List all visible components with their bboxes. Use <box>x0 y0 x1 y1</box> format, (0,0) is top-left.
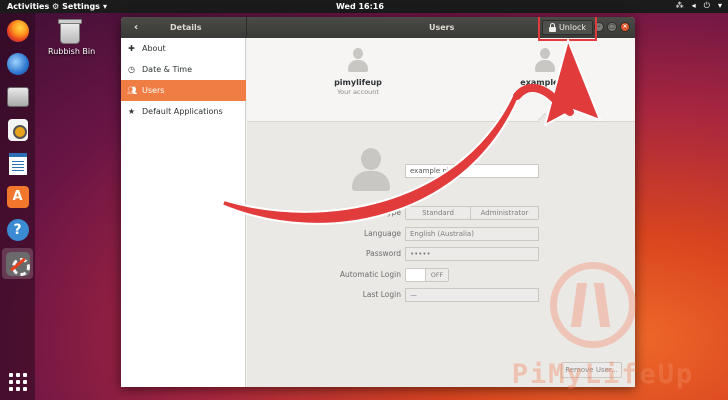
details-title: Details <box>170 23 202 32</box>
trash-icon <box>58 19 82 44</box>
toggle-knob <box>406 269 426 281</box>
dock-writer[interactable] <box>4 150 31 177</box>
account-type-selector[interactable]: Standard Administrator <box>405 206 539 220</box>
system-status-area[interactable]: ⁂ ◂ ⏻ ▾ <box>676 1 722 11</box>
dock-firefox[interactable] <box>4 17 31 44</box>
password-field[interactable]: ••••• <box>405 247 539 261</box>
sidebar-item-users[interactable]: 👥︎ Users <box>121 80 246 101</box>
writer-icon <box>8 152 27 175</box>
sidebar-item-label: About <box>142 44 166 53</box>
sidebar-item-default-applications[interactable]: ★ Default Applications <box>121 101 246 122</box>
account-type-administrator[interactable]: Administrator <box>471 206 539 220</box>
dock-settings[interactable] <box>2 248 33 279</box>
user-name: example pi <box>520 78 570 87</box>
full-name-field[interactable]: example pi user <box>405 164 539 178</box>
clock-icon: ◷ <box>128 65 135 74</box>
avatar <box>347 48 369 74</box>
account-type-label: Account Type <box>351 208 401 217</box>
language-label: Language <box>363 229 401 238</box>
chevron-left-icon: ‹ <box>133 22 139 33</box>
dock-software[interactable]: A <box>4 183 31 210</box>
network-icon: ⁂ <box>675 1 684 10</box>
dock-files[interactable] <box>4 83 31 110</box>
chevron-down-icon: ▾ <box>102 2 107 11</box>
user-name: pimylifeup <box>334 78 382 87</box>
power-icon: ⏻ <box>703 1 710 10</box>
software-store-icon: A <box>6 185 29 208</box>
sidebar-item-label: Users <box>142 86 165 95</box>
users-icon: 👥︎ <box>127 86 138 95</box>
maximize-button[interactable]: □ <box>607 22 617 32</box>
settings-window: ‹ Details Users Unlock – □ × ✚ About ◷ D… <box>121 17 635 387</box>
show-applications-icon[interactable] <box>9 373 27 391</box>
clock[interactable]: Wed 16:16 <box>336 2 384 11</box>
sidebar-item-date-time[interactable]: ◷ Date & Time <box>121 59 246 80</box>
rubbish-bin-label: Rubbish Bin <box>48 47 96 56</box>
thunderbird-icon <box>6 52 29 75</box>
app-menu[interactable]: ⚙ Settings ▾ <box>52 2 107 11</box>
gear-icon: ⚙ <box>52 2 60 11</box>
app-menu-label: Settings <box>62 2 100 11</box>
desktop-rubbish-bin[interactable]: Rubbish Bin <box>48 19 96 56</box>
automatic-login-toggle[interactable]: OFF <box>405 268 449 282</box>
user-card-pimylifeup[interactable]: pimylifeup Your account <box>313 48 403 96</box>
last-login-field[interactable]: — <box>405 288 539 302</box>
user-subtitle: Your account <box>337 88 379 96</box>
title-divider <box>246 17 247 38</box>
plus-icon: ✚ <box>128 44 135 53</box>
users-title: Users <box>429 23 455 32</box>
files-icon <box>6 86 29 107</box>
help-icon: ? <box>6 218 29 241</box>
user-avatar-large[interactable] <box>351 148 391 194</box>
star-icon: ★ <box>127 107 136 116</box>
users-panel: pimylifeup Your account example pi examp… <box>247 38 635 387</box>
avatar <box>534 48 556 74</box>
details-sidebar: ✚ About ◷ Date & Time 👥︎ Users ★ Default… <box>121 38 246 387</box>
user-carousel: pimylifeup Your account example pi <box>247 38 635 122</box>
last-login-label: Last Login <box>362 290 401 299</box>
sidebar-item-about[interactable]: ✚ About <box>121 38 246 59</box>
dock-help[interactable]: ? <box>4 216 31 243</box>
dock-thunderbird[interactable] <box>4 50 31 77</box>
top-bar: Activities ⚙ Settings ▾ Wed 16:16 ⁂ ◂ ⏻ … <box>0 0 728 13</box>
remove-user-button[interactable]: Remove User... <box>561 362 622 378</box>
dock-rhythmbox[interactable] <box>4 116 31 143</box>
settings-icon <box>5 251 30 276</box>
rhythmbox-icon <box>7 118 28 141</box>
back-button[interactable]: ‹ <box>129 21 143 34</box>
chevron-down-icon: ▾ <box>717 1 722 10</box>
sidebar-item-label: Date & Time <box>142 65 193 74</box>
account-type-standard[interactable]: Standard <box>405 206 471 220</box>
activities-button[interactable]: Activities <box>7 2 49 11</box>
firefox-icon <box>6 19 29 42</box>
unlock-highlight-box <box>538 17 597 41</box>
toggle-state: OFF <box>430 271 444 279</box>
user-card-example-pi[interactable]: example pi <box>500 48 590 87</box>
dock: A ? <box>0 13 35 400</box>
password-label: Password <box>365 249 401 258</box>
close-button[interactable]: × <box>620 22 630 32</box>
window-controls: – □ × <box>594 22 630 32</box>
sidebar-item-label: Default Applications <box>142 107 223 116</box>
volume-icon: ◂ <box>691 1 696 10</box>
automatic-login-label: Automatic Login <box>339 270 401 279</box>
language-field[interactable]: English (Australia) <box>405 227 539 241</box>
